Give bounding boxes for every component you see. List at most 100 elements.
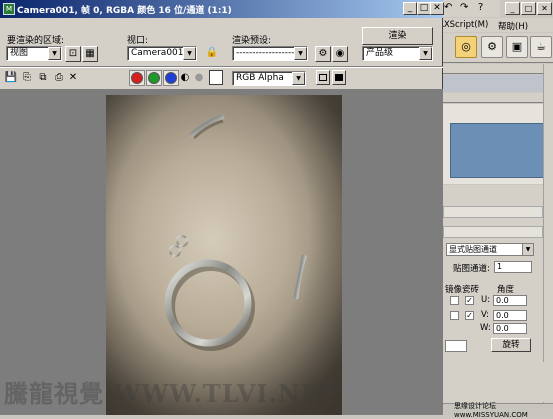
right-scrollbar[interactable]: [543, 64, 553, 404]
channel-display-dropdown[interactable]: RGB Alpha ▼: [232, 71, 306, 86]
viewport-label: 视口:: [127, 36, 149, 46]
edit-region-icon[interactable]: ⊡: [65, 46, 81, 62]
rollout-bar[interactable]: [443, 206, 543, 218]
u-label: U:: [481, 295, 491, 305]
v-angle-spinner[interactable]: 0.0: [493, 310, 527, 321]
chevron-down-icon: ▼: [294, 47, 307, 60]
redo-icon[interactable]: ↷: [460, 2, 468, 13]
material-preview: [450, 123, 545, 178]
close-button[interactable]: ✕: [430, 2, 444, 15]
minimize-icon: _: [407, 3, 413, 13]
angle-label: 角度: [497, 285, 515, 295]
watermark: 騰龍視覺 WWW.TLVI.NET: [4, 379, 340, 408]
app-minimize-button[interactable]: _: [505, 2, 520, 15]
panel-header: [443, 64, 553, 74]
quality-dropdown[interactable]: 产品级 ▼: [362, 46, 433, 61]
render-button[interactable]: 渲染: [362, 27, 433, 45]
preset-dropdown[interactable]: ----------------------- ▼: [232, 46, 308, 61]
preset-label: 渲染预设:: [232, 36, 272, 46]
maximize-button[interactable]: □: [417, 2, 431, 15]
tile-label: 瓷砖: [462, 285, 480, 295]
chevron-down-icon: ▼: [522, 244, 533, 255]
u-angle-spinner[interactable]: 0.0: [493, 295, 527, 306]
vignette: [106, 95, 342, 415]
alpha-channel-icon[interactable]: ◐: [178, 71, 192, 85]
render-setup-icon[interactable]: ⚙: [481, 36, 503, 58]
mapping-dropdown-value: 显式贴图通道: [449, 245, 497, 254]
panel-header-2: [443, 93, 553, 103]
mirror-u-checkbox[interactable]: [450, 296, 459, 305]
display-icon: [335, 74, 343, 81]
auto-region-icon[interactable]: ▦: [82, 46, 98, 62]
render-frame-icon[interactable]: ▣: [506, 36, 528, 58]
lock-icon[interactable]: 🔒: [204, 46, 220, 62]
v-angle-value: 0.0: [496, 311, 509, 320]
clone-icon[interactable]: ⧉: [36, 71, 50, 85]
quality-value: 产品级: [366, 48, 394, 58]
environment-icon[interactable]: ◉: [332, 46, 348, 62]
color-swatch[interactable]: [209, 70, 223, 85]
mirror-v-checkbox[interactable]: [450, 311, 459, 320]
menu-help[interactable]: 帮助(H): [498, 20, 528, 32]
chevron-down-icon: ▼: [183, 47, 196, 60]
w-angle-spinner[interactable]: 0.0: [493, 323, 527, 334]
quick-access-toolbar: ↶ ↷ ?: [440, 0, 500, 17]
red-channel-icon: [131, 72, 143, 84]
render-teapot-icon[interactable]: ☕: [530, 36, 552, 58]
clear-icon[interactable]: ✕: [66, 71, 80, 85]
status-text: 思缘设计论坛 www.MISSYUAN.COM: [454, 402, 528, 419]
chevron-down-icon: ▼: [419, 47, 432, 60]
app-close-button[interactable]: ✕: [537, 2, 552, 15]
window-title: Camera001, 帧 0, RGBA 颜色 16 位/通道 (1:1): [17, 6, 232, 16]
viewport-strip: [443, 75, 553, 92]
render-setup-icon[interactable]: ⚙: [315, 46, 331, 62]
rendered-scene: [106, 95, 342, 415]
mapping-dropdown[interactable]: 显式贴图通道 ▼: [446, 243, 534, 256]
chevron-down-icon: ▼: [292, 72, 305, 85]
help-icon[interactable]: ?: [478, 2, 483, 13]
viewport-dropdown[interactable]: Camera001 ▼: [127, 46, 197, 61]
tile-u-checkbox[interactable]: ✓: [465, 296, 474, 305]
viewport-value: Camera001: [131, 48, 184, 58]
mono-channel-icon[interactable]: ●: [192, 71, 206, 85]
w-label: W:: [480, 323, 491, 333]
app-window-controls: _ □ ✕: [497, 2, 553, 16]
save-icon[interactable]: 💾: [4, 71, 18, 85]
u-angle-value: 0.0: [496, 296, 509, 305]
copy-icon[interactable]: ⎘: [20, 71, 34, 85]
main-toolbar: ◎ ⚙ ▣ ☕: [443, 33, 553, 63]
green-channel-icon: [148, 72, 160, 84]
app-menubar: AXScript(M) 帮助(H): [430, 18, 553, 32]
close-icon: ✕: [433, 3, 441, 13]
title-bar[interactable]: M Camera001, 帧 0, RGBA 颜色 16 位/通道 (1:1) …: [0, 0, 444, 18]
undo-icon[interactable]: ↶: [444, 2, 452, 13]
overlay-icon: [319, 74, 327, 81]
map-channel-field[interactable]: 1: [494, 261, 532, 273]
map-channel-value: 1: [497, 262, 503, 271]
app-logo-icon: M: [3, 3, 15, 15]
rotate-button[interactable]: 旋转: [491, 338, 531, 352]
channel-display-value: RGB Alpha: [236, 73, 284, 83]
minimize-button[interactable]: _: [403, 2, 417, 15]
rollout-bar-2[interactable]: [443, 226, 543, 238]
v-label: V:: [481, 310, 489, 320]
menu-maxscript[interactable]: AXScript(M): [438, 20, 488, 30]
toolbar-separator: [0, 66, 443, 68]
maximize-icon: □: [419, 3, 429, 13]
bottom-panel: [443, 362, 553, 402]
mirror-label: 镜像: [445, 285, 463, 295]
blue-channel-icon: [165, 72, 177, 84]
app-maximize-button[interactable]: □: [521, 2, 536, 15]
w-angle-value: 0.0: [496, 324, 509, 333]
toggle-ui-button[interactable]: [332, 70, 346, 85]
print-icon[interactable]: ⎙: [52, 71, 66, 85]
blur-spinner[interactable]: [445, 340, 467, 352]
toggle-ui-overlay-button[interactable]: [316, 70, 330, 85]
area-value: 视图: [10, 48, 29, 58]
tile-v-checkbox[interactable]: ✓: [465, 311, 474, 320]
rendered-frame-window: M Camera001, 帧 0, RGBA 颜色 16 位/通道 (1:1) …: [0, 0, 444, 415]
material-editor-icon[interactable]: ◎: [455, 36, 477, 58]
area-label: 要渲染的区域:: [7, 36, 65, 46]
area-dropdown[interactable]: 视图 ▼: [6, 46, 62, 61]
chevron-down-icon: ▼: [48, 47, 61, 60]
